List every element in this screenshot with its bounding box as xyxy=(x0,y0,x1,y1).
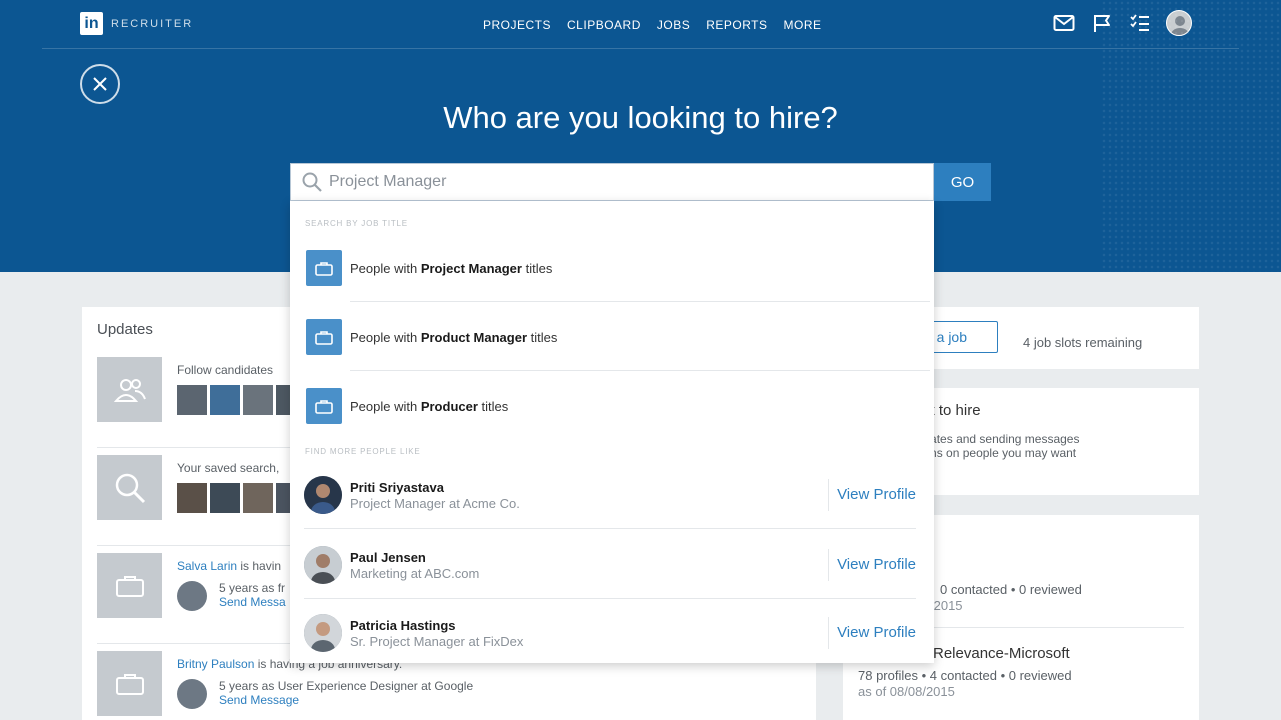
update-text: Your saved search, xyxy=(177,461,280,475)
activity-stats: 78 profiles • 4 contacted • 0 reviewed xyxy=(858,668,1072,683)
suggestion-term: Producer xyxy=(420,398,478,414)
person-name: Paul Jensen xyxy=(350,549,426,565)
candidate-thumb[interactable] xyxy=(177,385,207,415)
search-box xyxy=(290,163,934,201)
suggestion-suffix: titles xyxy=(527,329,558,345)
candidate-thumb[interactable] xyxy=(243,483,273,513)
send-message-link[interactable]: Send Message xyxy=(219,693,473,707)
people-icon xyxy=(97,357,162,422)
nav-reports[interactable]: REPORTS xyxy=(706,18,767,32)
job-title-suggestion[interactable]: People with Producer titles xyxy=(306,372,914,440)
person-suggestion[interactable]: Paul Jensen Marketing at ABC.com View Pr… xyxy=(304,531,916,599)
nav-more[interactable]: MORE xyxy=(784,18,822,32)
suggestion-prefix: People with xyxy=(350,260,421,276)
send-message-link[interactable]: Send Messa xyxy=(219,595,286,609)
search-input[interactable] xyxy=(329,173,889,191)
close-icon xyxy=(93,77,107,91)
view-profile-link[interactable]: View Profile xyxy=(828,549,916,581)
suggestion-term: Project Manager xyxy=(420,260,522,276)
suggestion-label: People with Producer titles xyxy=(350,399,508,414)
suggestion-label: People with Product Manager titles xyxy=(350,330,557,345)
person-title: Marketing at ABC.com xyxy=(350,565,480,581)
suggestion-label: People with Project Manager titles xyxy=(350,261,552,276)
main-nav: PROJECTS CLIPBOARD JOBS REPORTS MORE xyxy=(483,18,822,32)
nav-clipboard[interactable]: CLIPBOARD xyxy=(567,18,641,32)
update-sub: 5 years as User Experience Designer at G… xyxy=(219,679,473,707)
flag-icon[interactable] xyxy=(1090,11,1114,35)
people-section-label: FIND MORE PEOPLE LIKE xyxy=(305,447,421,456)
update-text: Follow candidates xyxy=(177,363,274,377)
top-icons xyxy=(1052,10,1192,36)
candidate-avatar[interactable] xyxy=(177,679,207,709)
person-title: Project Manager at Acme Co. xyxy=(350,495,520,511)
person-avatar xyxy=(304,614,342,652)
job-title-suggestion[interactable]: People with Project Manager titles xyxy=(306,234,930,302)
job-slots-text: 4 job slots remaining xyxy=(1023,335,1143,350)
candidate-thumbnails xyxy=(177,483,306,513)
activity-stats: 0 contacted • 0 reviewed xyxy=(940,582,1082,597)
checklist-icon[interactable] xyxy=(1128,11,1152,35)
avatar[interactable] xyxy=(1166,10,1192,36)
person-suggestion[interactable]: Patricia Hastings Sr. Project Manager at… xyxy=(304,599,916,667)
nav-divider xyxy=(42,48,1239,49)
activity-project-title[interactable]: Relevance-Microsoft xyxy=(933,645,1070,662)
mail-icon[interactable] xyxy=(1052,11,1076,35)
candidate-thumb[interactable] xyxy=(210,385,240,415)
activity-date: as of 08/08/2015 xyxy=(858,684,955,699)
search-icon xyxy=(97,455,162,520)
candidate-thumbnails xyxy=(177,385,306,415)
update-sub: 5 years as fr Send Messa xyxy=(219,581,286,609)
search-icon xyxy=(302,172,322,192)
job-section-label: SEARCH BY JOB TITLE xyxy=(305,219,408,228)
update-text: Salva Larin is havin xyxy=(177,559,281,573)
person-name: Priti Sriyastava xyxy=(350,479,444,495)
suggestion-term: Product Manager xyxy=(420,329,528,345)
updates-title: Updates xyxy=(97,321,153,338)
briefcase-icon xyxy=(97,651,162,716)
person-avatar xyxy=(304,476,342,514)
candidate-thumb[interactable] xyxy=(243,385,273,415)
candidate-link[interactable]: Britny Paulson xyxy=(177,657,254,671)
person-title: Sr. Project Manager at FixDex xyxy=(350,633,524,649)
candidate-avatar[interactable] xyxy=(177,581,207,611)
view-profile-link[interactable]: View Profile xyxy=(828,617,916,649)
briefcase-icon xyxy=(97,553,162,618)
go-button[interactable]: GO xyxy=(934,163,991,201)
suggestion-suffix: titles xyxy=(521,260,553,276)
activity-date: /2015 xyxy=(930,598,963,613)
suggestion-suffix: titles xyxy=(477,398,509,414)
candidate-thumb[interactable] xyxy=(177,483,207,513)
linkedin-logo-icon: in xyxy=(80,12,103,35)
nav-projects[interactable]: PROJECTS xyxy=(483,18,551,32)
briefcase-icon xyxy=(306,319,342,355)
update-text-body: is havin xyxy=(237,559,282,573)
page-title: Who are you looking to hire? xyxy=(443,100,838,135)
briefcase-icon xyxy=(306,388,342,424)
person-name: Patricia Hastings xyxy=(350,617,456,633)
briefcase-icon xyxy=(306,250,342,286)
candidate-thumb[interactable] xyxy=(210,483,240,513)
close-button[interactable] xyxy=(80,64,120,104)
update-sub-text: 5 years as User Experience Designer at G… xyxy=(219,679,474,693)
suggestion-prefix: People with xyxy=(350,329,421,345)
person-avatar xyxy=(304,546,342,584)
person-suggestion[interactable]: Priti Sriyastava Project Manager at Acme… xyxy=(304,461,916,529)
logo-text: RECRUITER xyxy=(111,17,194,30)
search-suggestions-dropdown: SEARCH BY JOB TITLE People with Project … xyxy=(290,201,934,663)
logo[interactable]: in RECRUITER xyxy=(80,12,193,35)
nav-jobs[interactable]: JOBS xyxy=(657,18,690,32)
candidate-link[interactable]: Salva Larin xyxy=(177,559,237,573)
update-sub-text: 5 years as fr xyxy=(219,581,286,595)
suggestion-prefix: People with xyxy=(350,398,421,414)
view-profile-link[interactable]: View Profile xyxy=(828,479,916,511)
job-title-suggestion[interactable]: People with Product Manager titles xyxy=(306,303,930,371)
